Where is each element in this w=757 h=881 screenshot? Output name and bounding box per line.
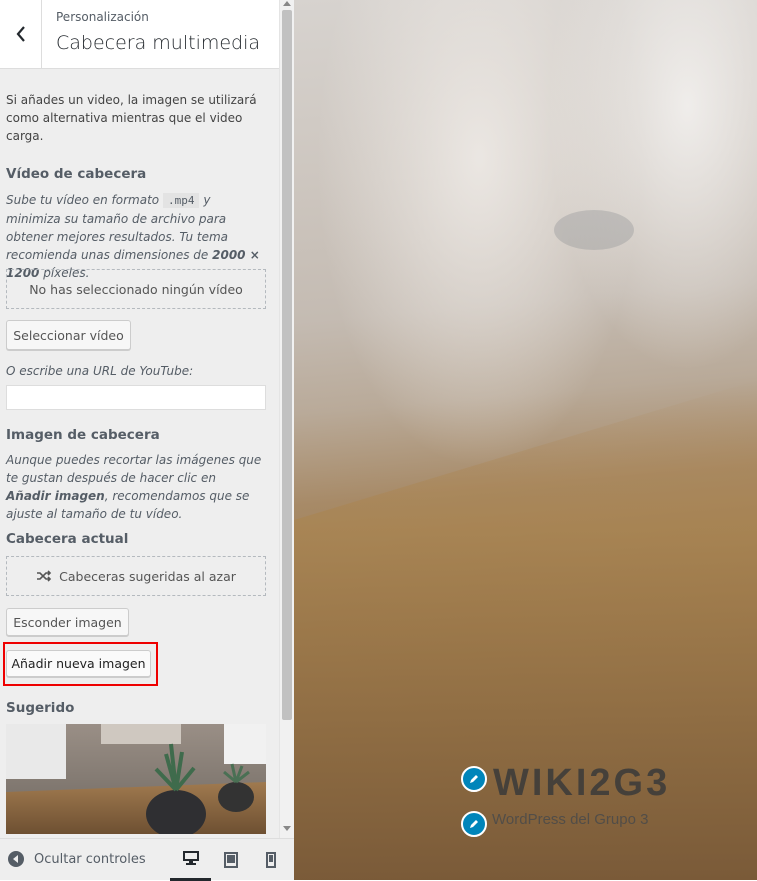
desktop-icon	[182, 851, 199, 865]
site-tagline[interactable]: WordPress del Grupo 3	[492, 811, 648, 828]
image-description: Aunque puedes recortar las imágenes que …	[6, 451, 262, 523]
suggested-heading: Sugerido	[6, 700, 75, 716]
site-preview[interactable]	[294, 0, 757, 880]
device-desktop-button[interactable]	[170, 839, 211, 881]
current-header-heading: Cabecera actual	[6, 531, 129, 547]
hide-image-button[interactable]: Esconder imagen	[6, 608, 129, 636]
format-code: .mp4	[162, 193, 200, 208]
pencil-icon	[470, 775, 478, 783]
section-header: Personalización Cabecera multimedia	[0, 0, 279, 69]
shuffle-icon	[37, 570, 52, 582]
scroll-up-icon[interactable]	[283, 1, 291, 6]
device-tablet-button[interactable]	[215, 851, 247, 869]
highlight-box	[3, 642, 158, 686]
pencil-icon	[470, 820, 478, 828]
intro-text: Si añades un video, la imagen se utiliza…	[6, 93, 257, 143]
collapse-icon	[8, 851, 24, 867]
image-desc-part1: Aunque puedes recortar las imágenes que …	[6, 453, 262, 485]
sidebar-scrollbar[interactable]	[279, 0, 294, 838]
select-video-button[interactable]: Seleccionar vídeo	[6, 320, 131, 350]
customizer-footer: Ocultar controles	[0, 838, 294, 881]
suggested-header-thumbnail[interactable]	[6, 724, 266, 834]
header-image	[294, 0, 757, 880]
tablet-icon	[224, 852, 238, 868]
edit-tagline-button[interactable]	[461, 811, 487, 837]
mobile-icon	[266, 852, 276, 868]
edit-title-button[interactable]	[461, 766, 487, 792]
device-mobile-button[interactable]	[256, 851, 286, 869]
hide-controls-button[interactable]: Ocultar controles	[8, 851, 146, 867]
back-button[interactable]	[0, 0, 42, 68]
suggested-image	[6, 724, 266, 834]
video-desc-part1: Sube tu vídeo en formato	[6, 193, 160, 207]
breadcrumb: Personalización	[56, 10, 149, 24]
image-desc-bold: Añadir imagen	[6, 489, 105, 503]
image-heading: Imagen de cabecera	[6, 427, 160, 443]
random-headers-label: Cabeceras sugeridas al azar	[59, 568, 236, 584]
video-heading: Vídeo de cabecera	[6, 166, 147, 182]
site-title[interactable]: WIKI2G3	[493, 762, 670, 805]
youtube-label: O escribe una URL de YouTube:	[6, 364, 194, 378]
hide-controls-label: Ocultar controles	[34, 851, 146, 867]
scroll-down-icon[interactable]	[283, 826, 291, 831]
section-title: Cabecera multimedia	[56, 32, 261, 54]
scroll-thumb[interactable]	[282, 10, 292, 720]
chevron-left-icon	[16, 26, 25, 42]
youtube-url-input[interactable]	[6, 385, 266, 410]
video-placeholder: No has seleccionado ningún vídeo	[6, 269, 266, 309]
customizer-sidebar: Personalización Cabecera multimedia Si a…	[0, 0, 294, 881]
random-headers-button[interactable]: Cabeceras sugeridas al azar	[6, 556, 266, 596]
